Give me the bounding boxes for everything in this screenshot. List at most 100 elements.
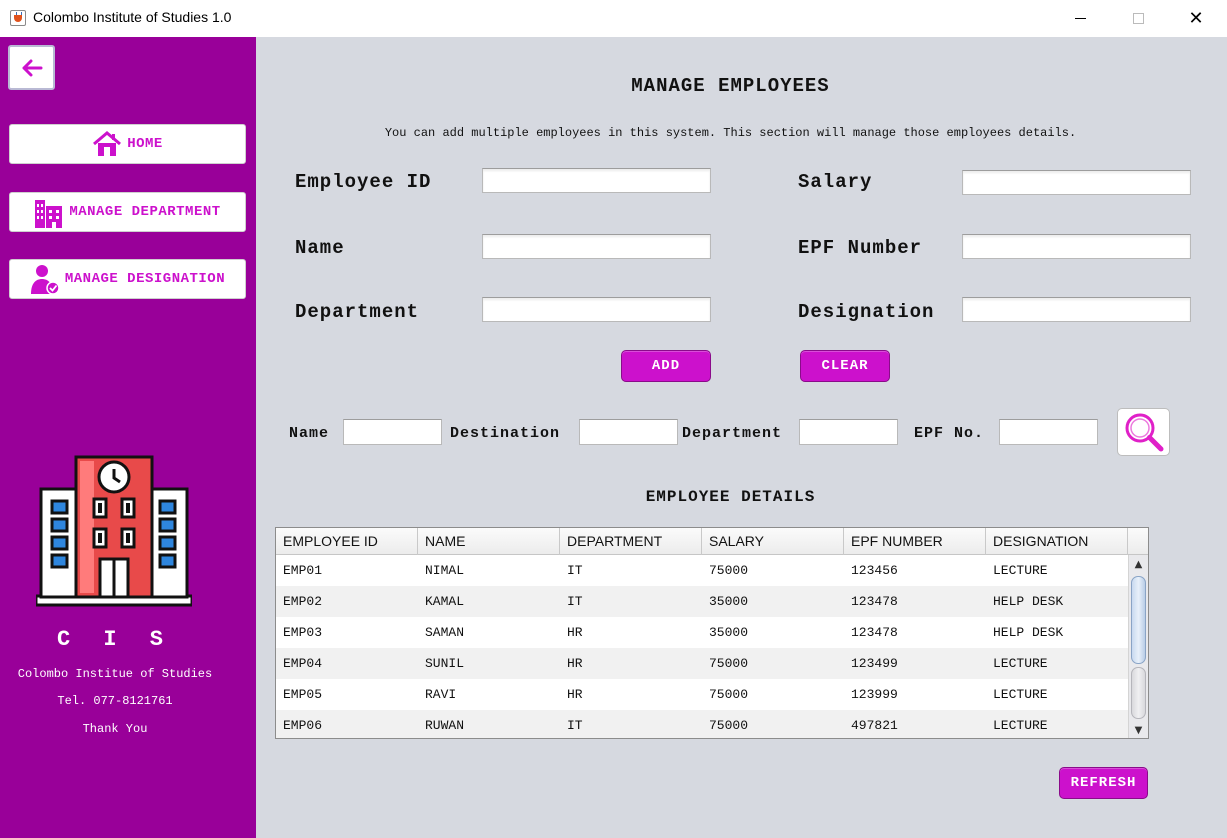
arrow-left-icon [22,59,42,76]
designation-label: Designation [798,301,935,323]
brand-name: Colombo Institue of Studies [17,667,213,681]
cell-epf-number: 123499 [851,656,898,671]
search-name-label: Name [289,425,330,442]
cell-salary: 35000 [709,625,749,640]
column-header-salary[interactable]: SALARY [702,528,844,555]
add-button[interactable]: ADD [621,350,711,382]
sidebar-item-label: HOME [127,136,163,152]
cell-department: IT [567,718,583,733]
cell-department: IT [567,563,583,578]
search-department-input[interactable] [799,419,898,445]
scroll-down-arrow-icon[interactable]: ▼ [1129,721,1148,738]
cell-epf-number: 123478 [851,625,898,640]
maximize-icon [1132,13,1144,24]
cell-designation: LECTURE [993,718,1048,733]
building-icon [34,196,64,228]
cell-department: HR [567,687,583,702]
cell-salary: 75000 [709,687,749,702]
cell-employee-id: EMP05 [283,687,323,702]
column-header-department[interactable]: DEPARTMENT [560,528,702,555]
cell-salary: 75000 [709,656,749,671]
scrollbar-track[interactable] [1131,667,1146,719]
search-epf-input[interactable] [999,419,1098,445]
minimize-button[interactable] [1051,0,1109,37]
minimize-icon [1074,18,1086,19]
cell-name: NIMAL [425,563,465,578]
table-body: EMP01 NIMAL IT 75000 123456 LECTURE EMP0… [276,555,1128,738]
search-epf-label: EPF No. [914,425,985,442]
employee-details-title: EMPLOYEE DETAILS [645,488,816,506]
close-icon: ✕ [1188,8,1204,29]
search-department-label: Department [682,425,783,442]
title-bar: Colombo Institute of Studies 1.0 ✕ [0,0,1227,37]
table-row[interactable]: EMP01 NIMAL IT 75000 123456 LECTURE [276,555,1128,586]
employee-table: EMPLOYEE ID NAME DEPARTMENT SALARY EPF N… [275,527,1149,739]
department-label: Department [295,301,420,323]
cell-department: IT [567,594,583,609]
sidebar-item-home[interactable]: HOME [9,124,246,164]
refresh-button[interactable]: REFRESH [1059,767,1148,799]
page-subtitle: You can add multiple employees in this s… [384,126,1077,140]
table-row[interactable]: EMP04 SUNIL HR 75000 123499 LECTURE [276,648,1128,679]
table-header-corner [1128,528,1148,555]
cell-epf-number: 497821 [851,718,898,733]
sidebar-item-label: MANAGE DESIGNATION [64,271,226,287]
table-header: EMPLOYEE ID NAME DEPARTMENT SALARY EPF N… [276,528,1128,555]
cell-employee-id: EMP02 [283,594,323,609]
brand-abbreviation: C I S [56,627,173,652]
employee-id-input[interactable] [482,168,711,193]
window-title: Colombo Institute of Studies 1.0 [33,9,232,25]
column-header-epf-number[interactable]: EPF NUMBER [844,528,986,555]
sidebar-item-manage-designation[interactable]: MANAGE DESIGNATION [9,259,246,299]
table-scrollbar[interactable]: ▲ ▼ [1128,555,1148,738]
employee-id-label: Employee ID [295,171,432,193]
main-panel: MANAGE EMPLOYEES You can add multiple em… [256,37,1227,838]
sidebar: HOME MANAGE DEPARTMENT MANAGE DESIGNATIO… [0,37,256,838]
table-row[interactable]: EMP06 RUWAN IT 75000 497821 LECTURE [276,710,1128,738]
cell-department: HR [567,656,583,671]
cell-employee-id: EMP03 [283,625,323,640]
cell-salary: 75000 [709,718,749,733]
back-button[interactable] [8,45,55,90]
java-app-icon [10,10,26,26]
search-icon [1125,413,1163,452]
cell-salary: 75000 [709,563,749,578]
column-header-employee-id[interactable]: EMPLOYEE ID [276,528,418,555]
column-header-name[interactable]: NAME [418,528,560,555]
name-label: Name [295,237,345,259]
table-row[interactable]: EMP03 SAMAN HR 35000 123478 HELP DESK [276,617,1128,648]
institute-building-icon [36,455,192,607]
sidebar-item-manage-department[interactable]: MANAGE DEPARTMENT [9,192,246,232]
cell-department: HR [567,625,583,640]
table-row[interactable]: EMP02 KAMAL IT 35000 123478 HELP DESK [276,586,1128,617]
search-destination-input[interactable] [579,419,678,445]
home-icon [92,131,122,157]
search-name-input[interactable] [343,419,442,445]
salary-label: Salary [798,171,873,193]
cell-designation: LECTURE [993,656,1048,671]
clear-button[interactable]: CLEAR [800,350,890,382]
department-input[interactable] [482,297,711,322]
close-button[interactable]: ✕ [1167,0,1225,37]
epf-number-label: EPF Number [798,237,923,259]
column-header-designation[interactable]: DESIGNATION [986,528,1128,555]
table-row[interactable]: EMP05 RAVI HR 75000 123999 LECTURE [276,679,1128,710]
maximize-button[interactable] [1109,0,1167,37]
cell-name: KAMAL [425,594,465,609]
user-check-icon [30,263,60,295]
salary-input[interactable] [962,170,1191,195]
scroll-up-arrow-icon[interactable]: ▲ [1129,555,1148,573]
cell-name: SAMAN [425,625,465,640]
search-button[interactable] [1117,408,1170,456]
designation-input[interactable] [962,297,1191,322]
name-input[interactable] [482,234,711,259]
cell-employee-id: EMP01 [283,563,323,578]
cell-designation: HELP DESK [993,625,1064,640]
cell-epf-number: 123478 [851,594,898,609]
scrollbar-thumb[interactable] [1131,576,1146,664]
brand-telephone: Tel. 077-8121761 [57,694,173,708]
epf-number-input[interactable] [962,234,1191,259]
cell-employee-id: EMP04 [283,656,323,671]
brand-thanks: Thank You [82,722,148,736]
cell-designation: LECTURE [993,687,1048,702]
